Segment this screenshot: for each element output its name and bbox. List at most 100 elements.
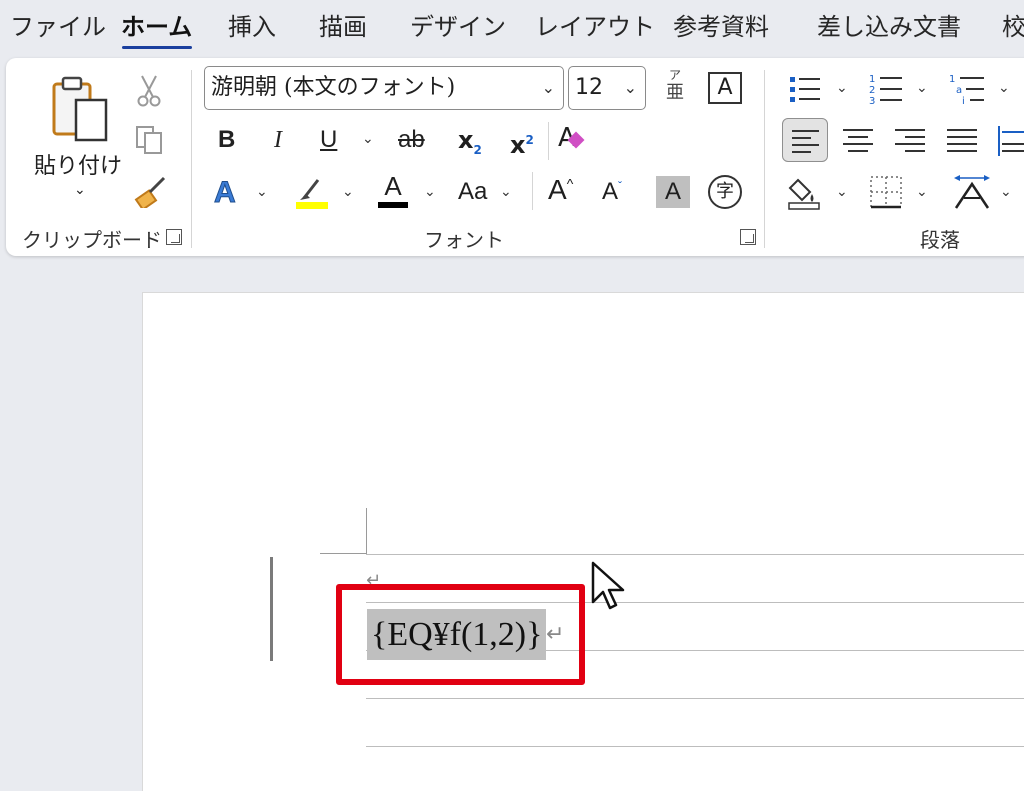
underline-button[interactable]: U [320,125,337,155]
subscript-mark: 2 [473,142,482,157]
clear-formatting-button[interactable]: A [558,122,585,154]
font-launcher-icon[interactable] [740,229,756,245]
ribbon-tab-bar: ファイル ホーム 挿入 描画 デザイン レイアウト 参考資料 差し込み文書 校 [0,0,1024,56]
superscript-mark: 2 [525,133,534,147]
grow-font-button[interactable]: A^ [548,174,573,206]
cut-icon[interactable] [136,74,162,108]
font-name-chevron-icon: ⌄ [541,78,555,97]
group-separator [532,172,533,210]
tab-home[interactable]: ホーム [121,10,192,44]
svg-text:a: a [956,85,962,96]
furigana-bottom: 亜 [666,82,684,103]
superscript-base: x [510,131,526,159]
distributed-align-icon[interactable] [996,124,1024,158]
align-left-icon [792,130,819,153]
font-group-label: フォント [424,228,504,252]
align-center-icon[interactable] [840,124,876,158]
font-color-icon: A [384,171,402,201]
shrink-font-button[interactable]: Aˇ [602,178,622,206]
subscript-button[interactable]: x2 [458,125,482,165]
paste-icon [52,76,108,142]
shading-chevron-icon[interactable]: ⌄ [836,184,848,200]
text-effects-button[interactable]: A [214,176,237,210]
font-color-chevron-icon[interactable]: ⌄ [424,184,436,200]
ribbon: 貼り付け ⌄ クリップボード 游明朝 (本文のフォント) ⌄ 12 ⌄ ア 亜 … [6,58,1024,256]
multilevel-list-icon[interactable]: 1 a i [948,72,986,106]
shading-icon[interactable] [786,174,826,210]
line-spacing-chevron-icon[interactable]: ⌄ [1000,184,1012,200]
grid-line [366,698,1024,699]
svg-text:2: 2 [869,85,875,96]
underline-chevron-icon[interactable]: ⌄ [362,131,374,147]
font-name-select[interactable]: 游明朝 (本文のフォント) ⌄ [204,66,564,110]
svg-text:i: i [962,96,965,106]
change-case-chevron-icon[interactable]: ⌄ [500,184,512,200]
superscript-button[interactable]: x2 [510,125,534,160]
margin-corner-mark [320,553,366,554]
align-left-button[interactable] [782,118,828,162]
tab-mailings[interactable]: 差し込み文書 [817,10,961,44]
borders-chevron-icon[interactable]: ⌄ [916,184,928,200]
subscript-base: x [458,126,474,154]
tab-references[interactable]: 参考資料 [673,10,769,44]
clipboard-group-label: クリップボード [22,228,162,252]
tab-layout[interactable]: レイアウト [535,10,655,44]
bold-button[interactable]: B [218,125,235,155]
char-border-icon: A [717,75,733,100]
highlighter-icon [300,179,320,200]
numbering-chevron-icon[interactable]: ⌄ [916,80,928,96]
clipboard-launcher-icon[interactable] [166,229,182,245]
document-page[interactable] [142,292,1024,791]
align-right-icon[interactable] [892,124,928,158]
strikethrough-button[interactable]: ab [398,125,425,155]
tab-insert[interactable]: 挿入 [228,10,276,44]
shrink-font-icon: A [602,178,619,205]
bullets-icon[interactable] [788,74,822,104]
font-name-value: 游明朝 (本文のフォント) [211,75,456,100]
svg-text:1: 1 [949,74,955,85]
tab-design[interactable]: デザイン [410,10,506,44]
tab-review[interactable]: 校 [1002,10,1024,44]
highlight-chevron-icon[interactable]: ⌄ [342,184,354,200]
multilevel-list-chevron-icon[interactable]: ⌄ [998,80,1010,96]
margin-corner-mark [366,508,367,554]
italic-button[interactable]: I [274,125,282,155]
paste-label: 貼り付け [34,154,123,179]
char-border-button[interactable]: A [708,72,742,104]
char-shading-button[interactable]: A [656,176,690,208]
enclosed-char-icon: 字 [716,181,734,202]
tab-draw[interactable]: 描画 [319,10,367,44]
grow-font-icon: A [548,174,567,205]
paragraph-group-label: 段落 [920,228,960,252]
borders-icon[interactable] [868,174,904,210]
numbering-icon[interactable]: 1 2 3 [868,72,904,106]
group-separator [191,70,192,248]
grid-line [366,746,1024,747]
tab-file[interactable]: ファイル [10,10,106,44]
furigana-top: ア [668,68,681,82]
text-effects-chevron-icon[interactable]: ⌄ [256,184,268,200]
mouse-pointer-icon [591,561,625,610]
bullets-chevron-icon[interactable]: ⌄ [836,80,848,96]
format-painter-icon[interactable] [134,176,168,208]
highlight-button[interactable] [294,176,330,210]
justify-icon[interactable] [944,124,980,158]
enclosed-char-button[interactable]: 字 [708,175,742,209]
group-separator [548,122,549,160]
font-size-select[interactable]: 12 ⌄ [568,66,646,110]
svg-text:3: 3 [869,96,875,106]
copy-icon[interactable] [134,124,166,156]
font-size-value: 12 [575,75,603,100]
font-color-button[interactable]: A [376,172,410,210]
furigana-button[interactable]: ア 亜 [662,68,688,110]
font-size-chevron-icon: ⌄ [623,78,637,97]
group-separator [764,70,765,248]
annotation-highlight-box [336,584,585,685]
line-spacing-icon[interactable] [952,174,992,210]
highlight-color-bar [296,202,328,209]
char-shading-icon: A [664,178,681,205]
change-bar [270,557,273,661]
paste-button[interactable]: 貼り付け ⌄ [32,66,132,216]
change-case-button[interactable]: Aa [458,178,487,206]
paste-dropdown-chevron-icon[interactable]: ⌄ [74,182,86,198]
